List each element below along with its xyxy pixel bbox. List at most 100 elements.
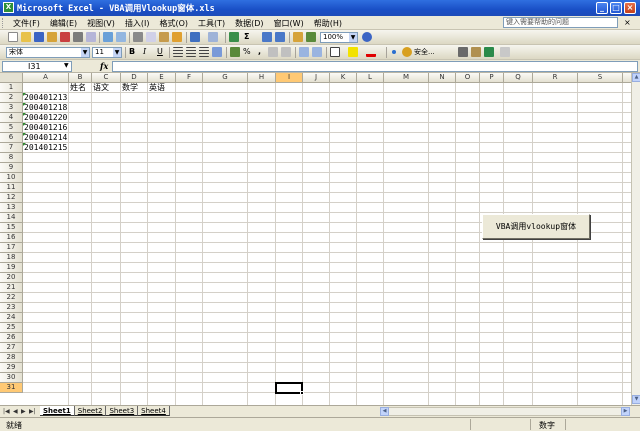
font-color-icon[interactable] (366, 47, 376, 57)
column-header[interactable]: L (357, 73, 384, 83)
maximize-button[interactable]: □ (610, 2, 622, 14)
menu-item[interactable]: 工具(T) (193, 17, 230, 30)
row-header[interactable]: 10 (0, 173, 23, 183)
last-sheet-icon[interactable]: ▶| (29, 407, 36, 416)
toolbar-options-icon[interactable] (500, 47, 510, 57)
record-macro-icon[interactable] (392, 50, 396, 54)
cut-icon[interactable] (133, 32, 143, 42)
row-header[interactable]: 9 (0, 163, 23, 173)
scroll-right-icon[interactable]: ▶ (621, 407, 630, 416)
column-header[interactable]: D (121, 73, 148, 83)
row-header[interactable]: 19 (0, 263, 23, 273)
chevron-down-icon[interactable]: ▼ (81, 48, 89, 57)
id-cell[interactable]: 200401220 (23, 113, 67, 123)
row-header[interactable]: 3 (0, 103, 23, 113)
vertical-scrollbar[interactable]: ▲ ▼ (631, 73, 640, 405)
row-header[interactable]: 27 (0, 343, 23, 353)
row-header[interactable]: 13 (0, 203, 23, 213)
column-header[interactable]: C (92, 73, 121, 83)
active-cell[interactable] (275, 382, 304, 395)
row-header[interactable]: 25 (0, 323, 23, 333)
minimize-button[interactable]: _ (596, 2, 608, 14)
merge-center-icon[interactable] (212, 47, 222, 57)
increase-decimal-icon[interactable] (268, 47, 278, 57)
column-header[interactable]: P (480, 73, 504, 83)
scroll-down-icon[interactable]: ▼ (632, 395, 640, 404)
row-header[interactable]: 29 (0, 363, 23, 373)
sheet-tab[interactable]: Sheet3 (106, 406, 139, 416)
scroll-up-icon[interactable]: ▲ (632, 73, 640, 82)
id-cell[interactable]: 201401215 (23, 143, 67, 153)
menu-item[interactable]: 帮助(H) (309, 17, 347, 30)
fill-color-icon[interactable] (348, 47, 358, 57)
row-header[interactable]: 11 (0, 183, 23, 193)
menu-item[interactable]: 编辑(E) (45, 17, 82, 30)
email-icon[interactable] (60, 32, 70, 42)
spelling-icon[interactable] (103, 32, 113, 42)
column-header[interactable]: S (578, 73, 623, 83)
zoom-select[interactable]: 100% ▼ (320, 32, 358, 43)
help-search-input[interactable]: 键入需要帮助的问题 (503, 17, 618, 28)
menu-item[interactable]: 视图(V) (82, 17, 120, 30)
underline-button[interactable]: U (157, 47, 163, 56)
workbook-close-icon[interactable]: × (624, 18, 631, 27)
borders-icon[interactable] (330, 47, 340, 57)
increase-indent-icon[interactable] (312, 47, 322, 57)
print-icon[interactable] (73, 32, 83, 42)
menu-item[interactable]: 窗口(W) (269, 17, 309, 30)
design-mode-icon[interactable] (471, 47, 481, 57)
column-header[interactable]: H (248, 73, 276, 83)
row-header[interactable]: 7 (0, 143, 23, 153)
column-header[interactable]: Q (504, 73, 533, 83)
help-icon[interactable] (362, 32, 372, 42)
row-header[interactable]: 26 (0, 333, 23, 343)
fill-handle[interactable] (300, 391, 304, 395)
column-header[interactable]: J (303, 73, 330, 83)
sheet-tab[interactable]: Sheet1 (40, 406, 75, 416)
menu-item[interactable]: 插入(I) (120, 17, 155, 30)
control-toolbox-icon[interactable] (458, 47, 468, 57)
insert-function-button[interactable]: fx (100, 61, 108, 71)
row-header[interactable]: 22 (0, 293, 23, 303)
row-header[interactable]: 28 (0, 353, 23, 363)
autosum-icon[interactable]: Σ (244, 32, 249, 41)
align-left-icon[interactable] (173, 47, 183, 57)
paste-icon[interactable] (159, 32, 169, 42)
row-header[interactable]: 1 (0, 83, 23, 93)
visual-basic-editor-icon[interactable] (484, 47, 494, 57)
first-sheet-icon[interactable]: |◀ (3, 407, 10, 416)
open-folder-icon[interactable] (21, 32, 31, 42)
column-header[interactable]: T (623, 73, 631, 83)
row-header[interactable]: 4 (0, 113, 23, 123)
column-header[interactable]: O (456, 73, 480, 83)
italic-button[interactable]: I (143, 47, 146, 56)
column-header[interactable]: G (203, 73, 248, 83)
sort-ascending-icon[interactable] (262, 32, 272, 42)
align-center-icon[interactable] (186, 47, 196, 57)
id-cell[interactable]: 200401214 (23, 133, 67, 143)
percent-button[interactable]: % (243, 47, 251, 56)
previous-sheet-icon[interactable]: ◀ (13, 407, 18, 416)
column-header[interactable]: E (148, 73, 176, 83)
id-cell[interactable]: 200401216 (23, 123, 67, 133)
column-header[interactable]: K (330, 73, 357, 83)
column-header[interactable]: R (533, 73, 578, 83)
vba-vlookup-form-button[interactable]: VBA调用vlookup窗体 (482, 214, 590, 239)
currency-icon[interactable] (230, 47, 240, 57)
security-button[interactable]: 安全... (414, 47, 435, 57)
research-icon[interactable] (116, 32, 126, 42)
sheet-tab[interactable]: Sheet4 (138, 406, 170, 416)
row-header[interactable]: 23 (0, 303, 23, 313)
copy-icon[interactable] (146, 32, 156, 42)
row-header[interactable]: 16 (0, 233, 23, 243)
column-header[interactable]: F (176, 73, 203, 83)
row-header[interactable]: 24 (0, 313, 23, 323)
chevron-down-icon[interactable]: ▼ (64, 61, 69, 70)
row-header[interactable]: 31 (0, 383, 23, 393)
menu-item[interactable]: 数据(D) (230, 17, 268, 30)
new-document-icon[interactable] (8, 32, 18, 42)
row-header[interactable]: 8 (0, 153, 23, 163)
column-header[interactable]: N (429, 73, 456, 83)
font-size-select[interactable]: 11 ▼ (92, 47, 122, 58)
horizontal-scrollbar[interactable]: ◀ ▶ (380, 407, 630, 416)
